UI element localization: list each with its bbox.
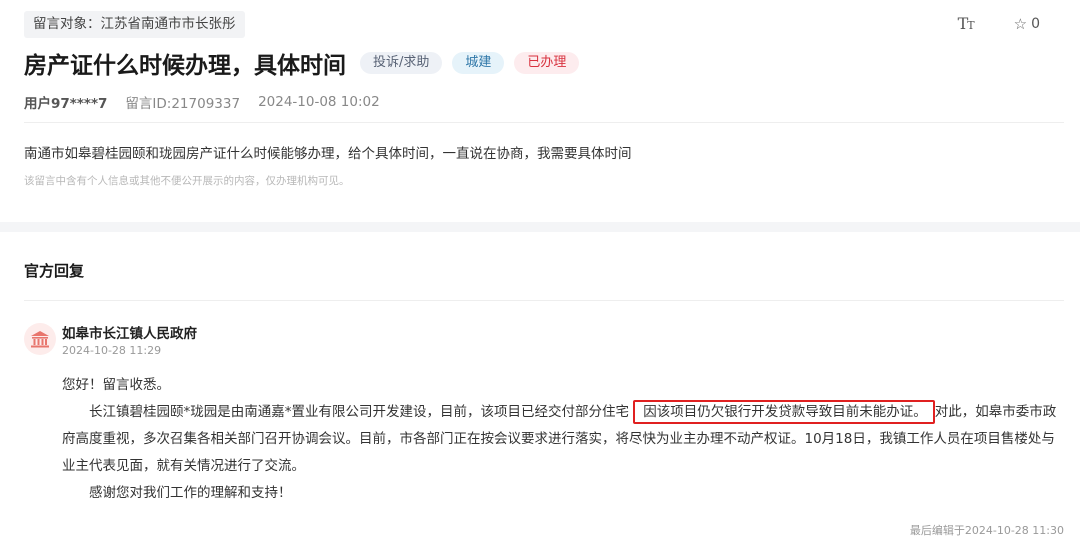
section-separator: [0, 222, 1080, 232]
font-size-small-glyph: T: [967, 19, 974, 32]
status-badge: 已办理: [514, 52, 580, 74]
last-edited: 最后编辑于2024-10-28 11:30: [909, 524, 1064, 537]
reply-date: 2024-10-28 11:29: [62, 344, 162, 357]
message-datetime: 2024-10-08 10:02: [258, 94, 380, 110]
favorite-count: 0: [1031, 15, 1040, 32]
reply-content: 您好！留言收悉。 长江镇碧桂园颐*珑园是由南通嘉*置业有限公司开发建设，目前，该…: [62, 372, 1064, 507]
star-outline-icon: ☆: [1013, 14, 1028, 33]
message-toolbar: TT ☆ 0: [958, 14, 1040, 33]
government-building-icon: [24, 323, 56, 355]
message-target: 留言对象：江苏省南通市市长张彤: [24, 11, 245, 38]
font-size-large-glyph: T: [957, 14, 969, 33]
page: 留言对象：江苏省南通市市长张彤 TT ☆ 0 房产证什么时候办理，具体时间 投诉…: [0, 0, 1080, 558]
message-body: 南通市如皋碧桂园颐和珑园房产证什么时候能够办理，给个具体时间，一直说在协商，我需…: [24, 146, 632, 162]
reply-greeting: 您好！留言收悉。: [62, 377, 170, 393]
page-title: 房产证什么时候办理，具体时间: [24, 53, 346, 79]
reply-heading: 官方回复: [24, 262, 85, 280]
reply-closing: 感谢您对我们工作的理解和支持！: [89, 485, 292, 501]
user-name: 用户97****7: [24, 96, 108, 112]
reply-para1-before: 长江镇碧桂园颐*珑园是由南通嘉*置业有限公司开发建设，目前，该项目已经交付部分住…: [89, 404, 629, 420]
favorite-button[interactable]: ☆ 0: [1014, 15, 1040, 33]
tag-domain: 城建: [452, 52, 505, 74]
highlighted-text: 因该项目仍欠银行开发贷款导致目前未能办证。: [633, 400, 935, 424]
font-size-icon[interactable]: TT: [957, 14, 975, 33]
message-id: 留言ID:21709337: [125, 96, 241, 112]
title-row: 房产证什么时候办理，具体时间 投诉/求助 城建 已办理: [24, 46, 580, 80]
reply-paragraph: 长江镇碧桂园颐*珑园是由南通嘉*置业有限公司开发建设，目前，该项目已经交付部分住…: [62, 399, 1064, 480]
tag-message-type: 投诉/求助: [360, 52, 443, 74]
reply-org-name: 如皋市长江镇人民政府: [62, 326, 197, 342]
privacy-note: 该留言中含有个人信息或其他不便公开展示的内容，仅办理机构可见。: [24, 175, 350, 187]
divider: [24, 122, 1064, 123]
divider: [24, 300, 1064, 301]
message-card: 留言对象：江苏省南通市市长张彤 TT ☆ 0 房产证什么时候办理，具体时间 投诉…: [0, 0, 1080, 222]
message-meta: 用户97****7 留言ID:21709337 2024-10-08 10:02: [24, 92, 380, 112]
